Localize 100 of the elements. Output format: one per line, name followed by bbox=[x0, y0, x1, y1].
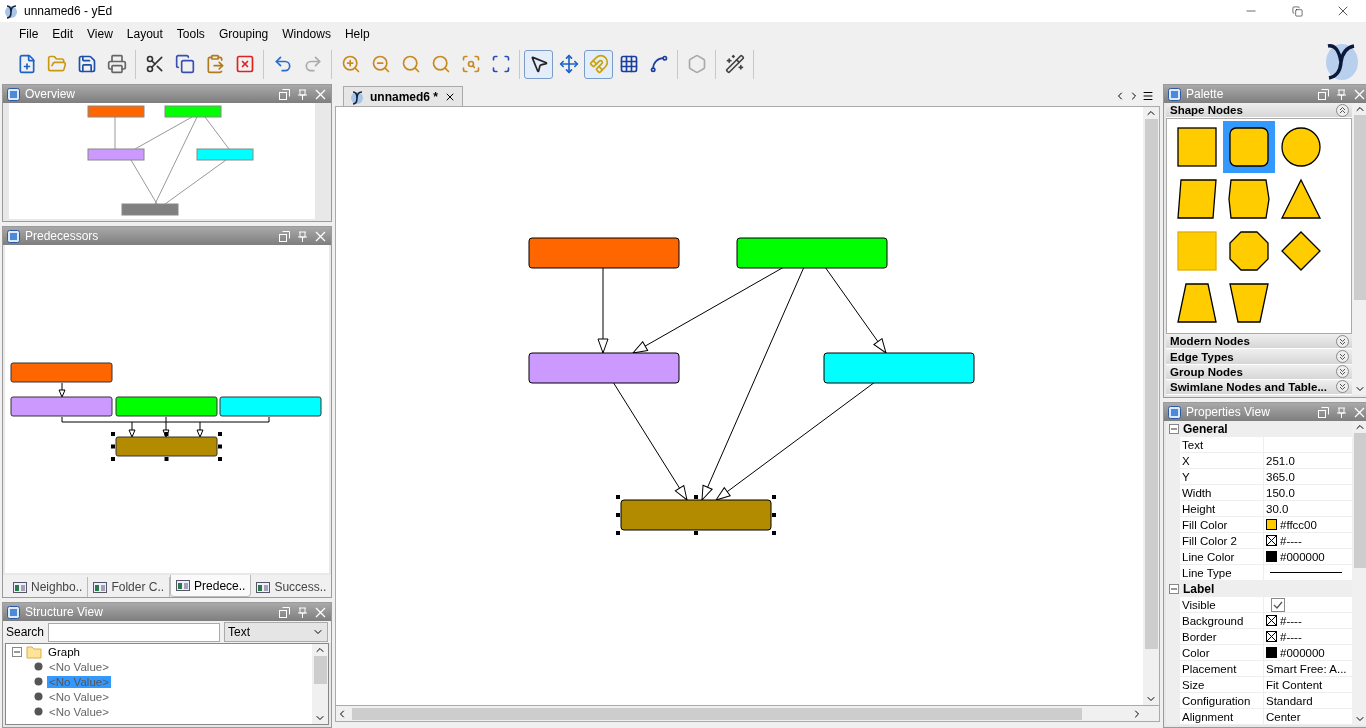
restore-icon[interactable] bbox=[1317, 87, 1330, 101]
pin-icon[interactable] bbox=[1335, 87, 1348, 101]
palette-section-header[interactable]: Modern Nodes bbox=[1166, 334, 1352, 350]
scrollbar-thumb[interactable] bbox=[1353, 115, 1366, 300]
scrollbar-thumb[interactable] bbox=[1144, 119, 1158, 649]
edge-arrow[interactable] bbox=[162, 421, 170, 438]
dock-tab[interactable]: Folder C.. bbox=[88, 577, 171, 597]
scrollbar-thumb[interactable] bbox=[313, 656, 327, 684]
edge-arrow[interactable] bbox=[196, 421, 204, 438]
window-icon bbox=[13, 581, 27, 593]
menu-item[interactable]: Layout bbox=[119, 25, 170, 43]
grid-icon bbox=[618, 54, 639, 74]
checkbox[interactable] bbox=[1271, 597, 1285, 612]
shape-icon bbox=[1280, 126, 1322, 169]
search-label: Search bbox=[6, 625, 45, 639]
property-value: #000000 bbox=[1280, 646, 1325, 659]
property-name: Placement bbox=[1166, 661, 1264, 677]
window-title: unnamed6 - yEd bbox=[24, 4, 114, 18]
graph-node[interactable] bbox=[823, 352, 975, 384]
menu-item[interactable]: Grouping bbox=[211, 25, 276, 43]
property-value: Smart Free: A... bbox=[1266, 662, 1347, 675]
property-name: Fill Color bbox=[1166, 517, 1264, 533]
menu-item[interactable]: Windows bbox=[275, 25, 338, 43]
panel-title: Predecessors bbox=[25, 229, 100, 243]
panel-title: Structure View bbox=[25, 605, 104, 619]
menu-item[interactable]: Help bbox=[337, 25, 377, 43]
window-icon bbox=[176, 580, 191, 591]
pin-icon[interactable] bbox=[296, 605, 309, 619]
menu-item[interactable]: Edit bbox=[45, 25, 81, 43]
tree-item[interactable]: Graph bbox=[46, 645, 82, 658]
graph-node[interactable] bbox=[10, 362, 113, 383]
shape-icon bbox=[1228, 282, 1270, 325]
palette-section-header[interactable]: Edge Types bbox=[1166, 349, 1352, 365]
shape-icon bbox=[1280, 230, 1322, 273]
graph-node[interactable] bbox=[528, 352, 680, 384]
scrollbar-thumb[interactable] bbox=[1353, 433, 1366, 568]
menu-item[interactable]: View bbox=[80, 25, 120, 43]
collapse-icon[interactable] bbox=[1336, 103, 1349, 117]
palette-item[interactable] bbox=[1223, 121, 1275, 174]
navigate-icon bbox=[558, 54, 579, 74]
edge-arrow[interactable] bbox=[128, 421, 136, 438]
undo-icon bbox=[272, 54, 293, 74]
dock-tab[interactable]: Success.. bbox=[251, 577, 331, 597]
property-name: Fill Color 2 bbox=[1166, 533, 1264, 549]
panel-title: Properties View bbox=[1186, 405, 1271, 419]
edge-arrow[interactable] bbox=[58, 382, 66, 398]
restore-icon[interactable] bbox=[278, 605, 291, 619]
edge-arrow[interactable] bbox=[597, 266, 609, 354]
property-name: Width bbox=[1166, 485, 1264, 501]
tree-item[interactable]: <No Value> bbox=[47, 705, 111, 718]
graph-node[interactable] bbox=[736, 237, 888, 269]
filter-dropdown[interactable]: Text bbox=[224, 622, 328, 642]
window-icon bbox=[93, 581, 108, 593]
graph-node[interactable] bbox=[115, 396, 218, 417]
property-value: 150.0 bbox=[1266, 486, 1295, 499]
expand-icon[interactable] bbox=[1336, 334, 1349, 348]
restore-icon[interactable] bbox=[1317, 405, 1330, 419]
graph-node[interactable] bbox=[10, 396, 113, 417]
restore-icon[interactable] bbox=[278, 229, 291, 243]
property-value: Standard bbox=[1266, 694, 1313, 707]
graph-node[interactable] bbox=[219, 396, 322, 417]
properties-icon bbox=[1168, 405, 1181, 419]
collapse-icon[interactable] bbox=[1169, 584, 1179, 594]
tree-item[interactable]: <No Value> bbox=[47, 660, 111, 673]
copy-icon bbox=[174, 54, 195, 74]
wand-icon bbox=[724, 54, 745, 74]
pin-icon[interactable] bbox=[296, 87, 309, 101]
dock-tab[interactable]: Neighbo.. bbox=[8, 577, 89, 597]
menu-icon[interactable] bbox=[1142, 90, 1154, 102]
dock-tab[interactable]: Predece.. bbox=[170, 575, 252, 597]
graph-node[interactable] bbox=[528, 237, 680, 269]
expand-icon[interactable] bbox=[1336, 380, 1349, 394]
no-color-icon bbox=[1266, 631, 1277, 642]
property-value: #---- bbox=[1280, 614, 1302, 627]
property-name: Border bbox=[1166, 629, 1264, 645]
property-name: Height bbox=[1166, 501, 1264, 517]
expand-icon[interactable] bbox=[1336, 365, 1349, 379]
search-field[interactable] bbox=[48, 622, 221, 642]
expand-icon[interactable] bbox=[1336, 350, 1349, 363]
collapse-icon[interactable] bbox=[12, 646, 22, 657]
palette-section-header[interactable]: Shape Nodes bbox=[1166, 103, 1352, 119]
line-sample bbox=[1270, 571, 1342, 574]
property-value: #---- bbox=[1280, 534, 1302, 547]
restore-icon[interactable] bbox=[278, 87, 291, 101]
property-name: Color bbox=[1166, 645, 1264, 661]
panel-title: Overview bbox=[25, 87, 76, 101]
menu-item[interactable]: File bbox=[12, 25, 46, 43]
tree-item[interactable]: <No Value> bbox=[47, 690, 111, 703]
edge-arrow[interactable] bbox=[612, 381, 688, 501]
menu-item[interactable]: Tools bbox=[169, 25, 212, 43]
shape-icon bbox=[1176, 178, 1218, 221]
pin-icon[interactable] bbox=[296, 229, 309, 243]
node-dot-icon bbox=[34, 677, 43, 686]
palette-icon bbox=[1168, 87, 1181, 101]
toolbar-button[interactable] bbox=[524, 49, 553, 79]
document-tab[interactable]: unnamed6 * bbox=[343, 86, 463, 106]
collapse-icon[interactable] bbox=[1169, 424, 1179, 434]
shape-icon bbox=[1228, 126, 1270, 169]
scrollbar-thumb[interactable] bbox=[352, 707, 1082, 720]
pin-icon[interactable] bbox=[1335, 405, 1348, 419]
